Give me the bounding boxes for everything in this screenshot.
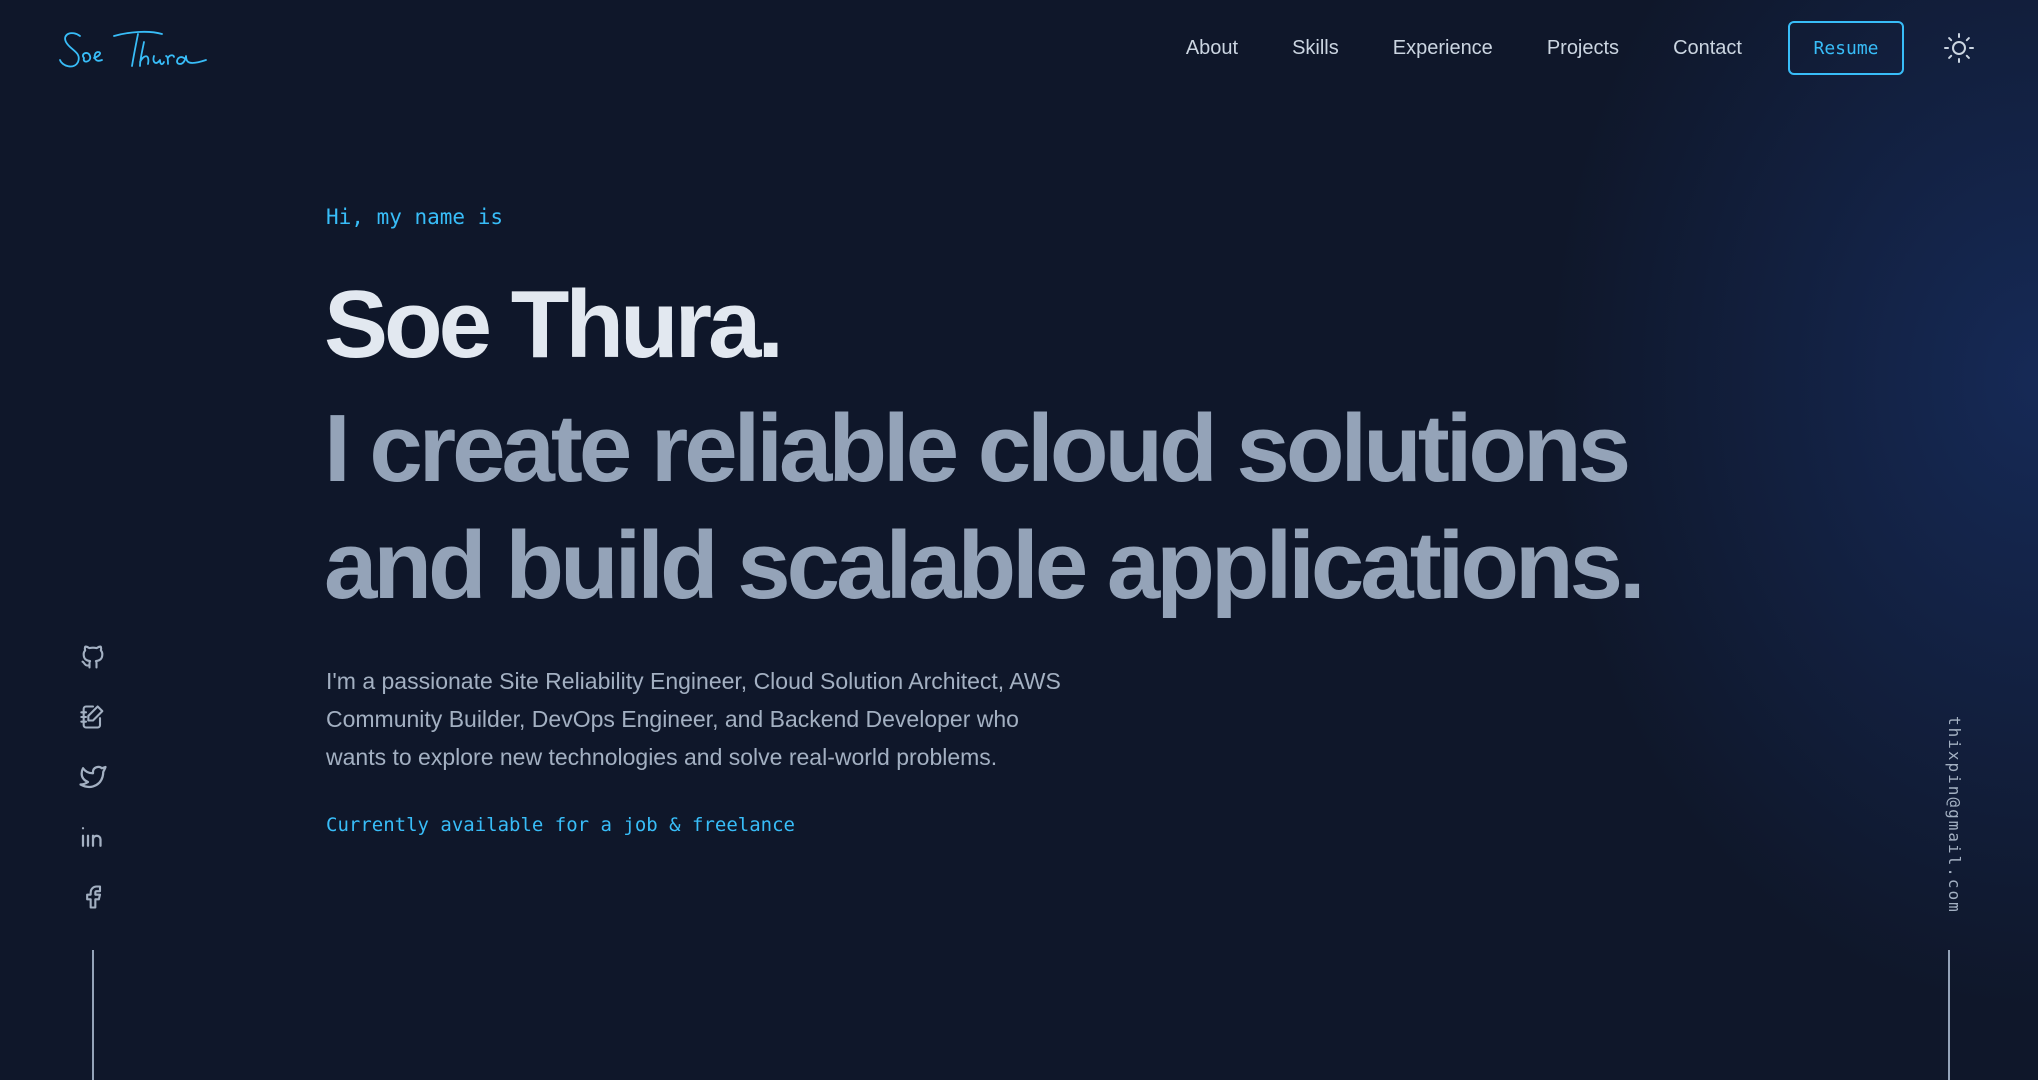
resume-button[interactable]: Resume xyxy=(1788,21,1904,75)
twitter-link[interactable] xyxy=(72,756,114,798)
hero-tagline-line: I create reliable cloud solutions xyxy=(324,395,1631,502)
left-rail-line xyxy=(92,950,94,1080)
portfolio-page: About Skills Experience Projects Contact… xyxy=(0,0,2038,1080)
hero-tagline-line: and build scalable applications. xyxy=(324,512,1646,619)
hero-tagline: I create reliable cloud solutions and bu… xyxy=(324,390,1724,624)
email-link[interactable]: thixpin@gmail.com xyxy=(1938,715,1964,915)
blog-notebook-icon xyxy=(80,705,104,729)
nav-link-projects[interactable]: Projects xyxy=(1547,37,1619,60)
hero-greeting: Hi, my name is xyxy=(326,205,504,229)
hero-name: Soe Thura. xyxy=(324,271,784,378)
nav-link-about[interactable]: About xyxy=(1186,37,1238,60)
facebook-link[interactable] xyxy=(72,876,114,918)
nav-link-skills[interactable]: Skills xyxy=(1292,37,1339,60)
linkedin-link[interactable] xyxy=(72,816,114,858)
github-link[interactable] xyxy=(72,636,114,678)
hero-intro-line: I'm a passionate Site Reliability Engine… xyxy=(326,668,1061,694)
hero-intro-line: Community Builder, DevOps Engineer, and … xyxy=(326,706,1019,732)
site-logo[interactable] xyxy=(58,22,208,76)
right-rail-line xyxy=(1948,950,1950,1080)
availability-note: Currently available for a job & freelanc… xyxy=(326,814,795,836)
twitter-icon xyxy=(79,765,107,789)
hero-intro-line: wants to explore new technologies and so… xyxy=(326,744,998,770)
github-icon xyxy=(81,645,104,669)
linkedin-icon xyxy=(81,827,102,847)
theme-toggle-button[interactable] xyxy=(1942,31,1976,65)
nav-link-contact[interactable]: Contact xyxy=(1673,37,1742,60)
nav-link-experience[interactable]: Experience xyxy=(1393,37,1493,60)
sun-icon xyxy=(1944,33,1974,63)
main-nav: About Skills Experience Projects Contact… xyxy=(1186,20,1976,76)
facebook-icon xyxy=(86,885,102,909)
social-links xyxy=(72,636,114,936)
hero-intro: I'm a passionate Site Reliability Engine… xyxy=(326,662,1126,776)
blog-link[interactable] xyxy=(72,696,114,738)
